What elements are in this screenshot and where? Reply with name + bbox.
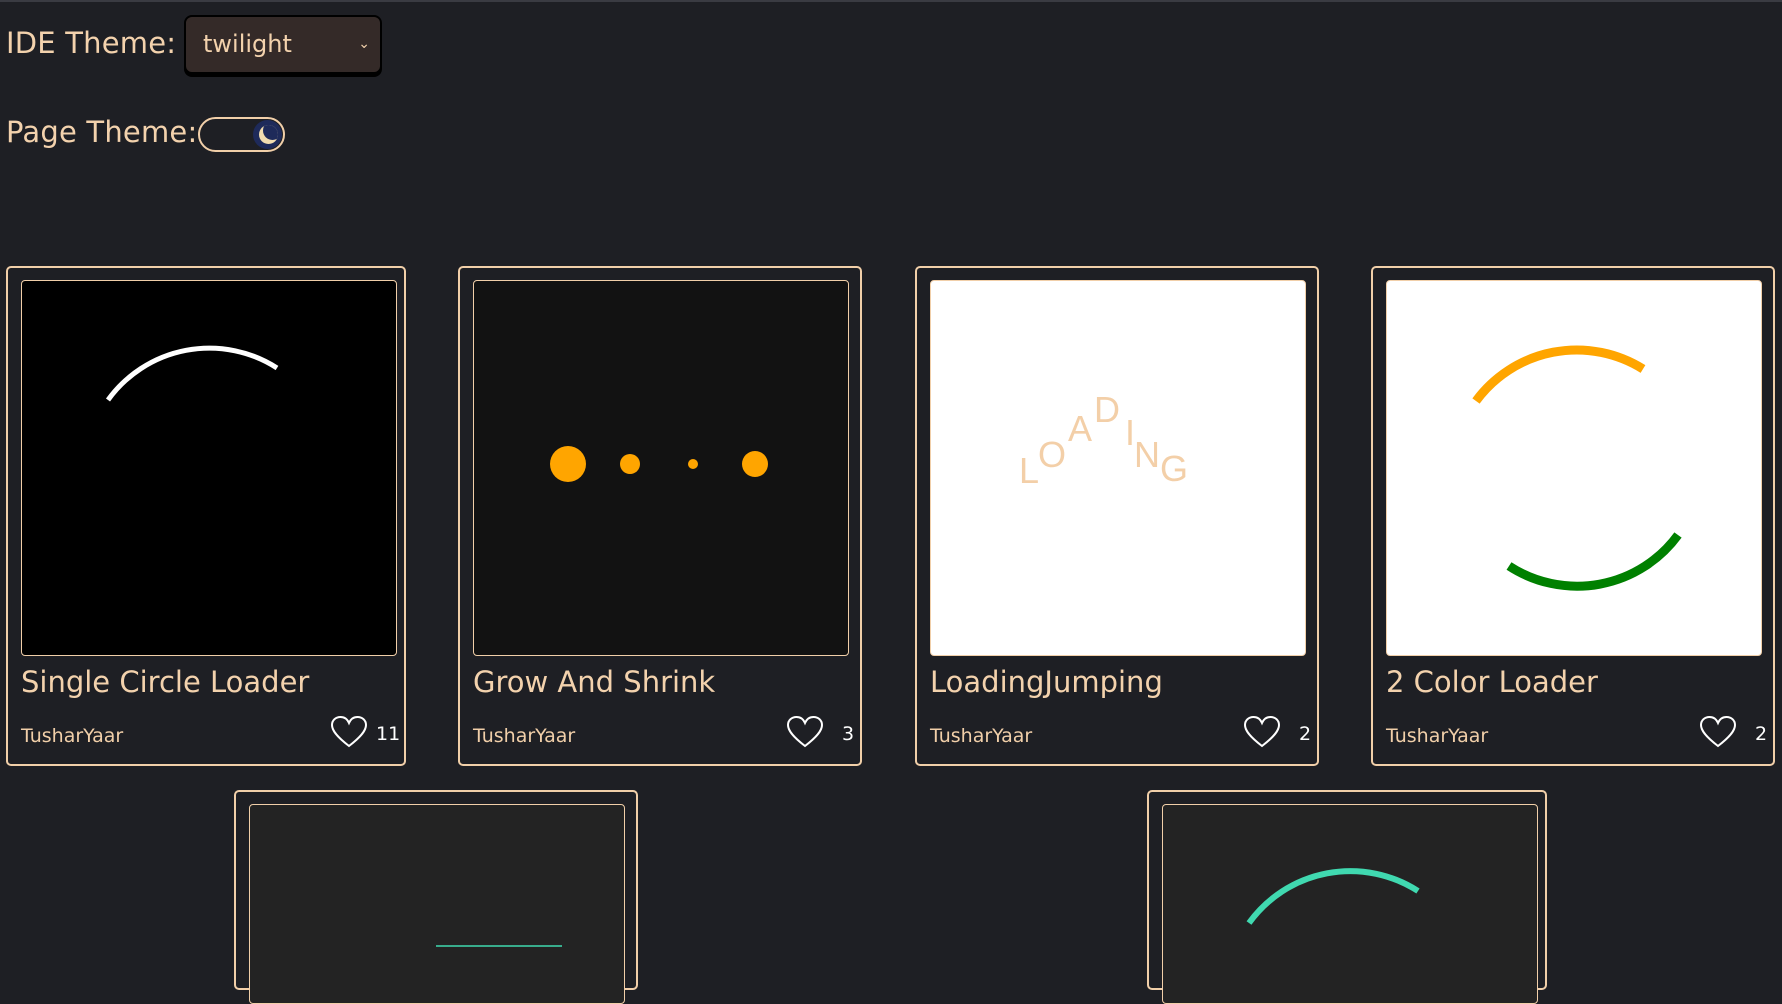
loader-preview [249,804,625,1004]
loader-preview [1162,804,1538,1004]
loader-card[interactable] [1147,790,1547,1004]
heart-icon[interactable] [786,715,824,749]
like-count: 3 [842,723,855,745]
green-arc [1506,532,1682,591]
loader-card[interactable] [234,790,638,1004]
ide-theme-value: twilight [203,30,292,58]
loader-preview [21,280,397,656]
like-count: 11 [376,723,401,745]
ide-theme-label: IDE Theme: [6,26,177,60]
loader-dot [742,451,768,477]
heart-icon[interactable] [330,715,368,749]
single-circle-loader-graphic [105,345,279,402]
loader-preview [473,280,849,656]
card-title[interactable]: 2 Color Loader [1386,665,1598,699]
loading-letter: A [1068,408,1092,449]
grow-shrink-loader-graphic [550,446,768,482]
heart-icon[interactable] [1699,715,1737,749]
page-theme-toggle[interactable] [198,117,285,152]
loader-card[interactable]: Single Circle Loader TusharYaar 11 [6,266,406,766]
loader-preview [1386,280,1762,656]
orange-arc [1472,345,1646,404]
card-author[interactable]: TusharYaar [930,725,1032,747]
loader-preview: L O A D I N G [930,280,1306,656]
card-author[interactable]: TusharYaar [21,725,123,747]
top-border [0,0,1782,2]
card-title[interactable]: Single Circle Loader [21,665,309,699]
chevron-down-icon: ⌄ [358,36,370,52]
loader-card[interactable]: Grow And Shrink TusharYaar 3 [458,266,862,766]
card-title[interactable]: Grow And Shrink [473,665,715,699]
like-count: 2 [1299,723,1312,745]
two-color-loader-graphic [1472,345,1682,591]
card-author[interactable]: TusharYaar [473,725,575,747]
loading-letter: O [1038,434,1066,475]
loading-letter: N [1134,434,1160,475]
teal-arc-loader-graphic [1246,868,1420,925]
moon-icon [259,125,278,144]
toggle-knob [253,120,282,149]
ide-theme-select[interactable]: twilight ⌄ [184,15,382,74]
loader-card[interactable]: L O A D I N G LoadingJumping TusharYaar … [915,266,1319,766]
like-count: 2 [1755,723,1768,745]
loading-letter: G [1160,448,1188,489]
loader-card[interactable]: 2 Color Loader TusharYaar 2 [1371,266,1775,766]
heart-icon[interactable] [1243,715,1281,749]
loading-letter: D [1094,389,1120,430]
loading-jumping-graphic: L O A D I N G [1019,389,1188,491]
loading-letter: L [1019,450,1039,491]
loader-dot [620,454,640,474]
card-author[interactable]: TusharYaar [1386,725,1488,747]
page-theme-label: Page Theme: [6,115,198,149]
card-title[interactable]: LoadingJumping [930,665,1163,699]
line-loader-graphic [436,945,562,947]
loader-dot [688,459,698,469]
loader-dot [550,446,586,482]
